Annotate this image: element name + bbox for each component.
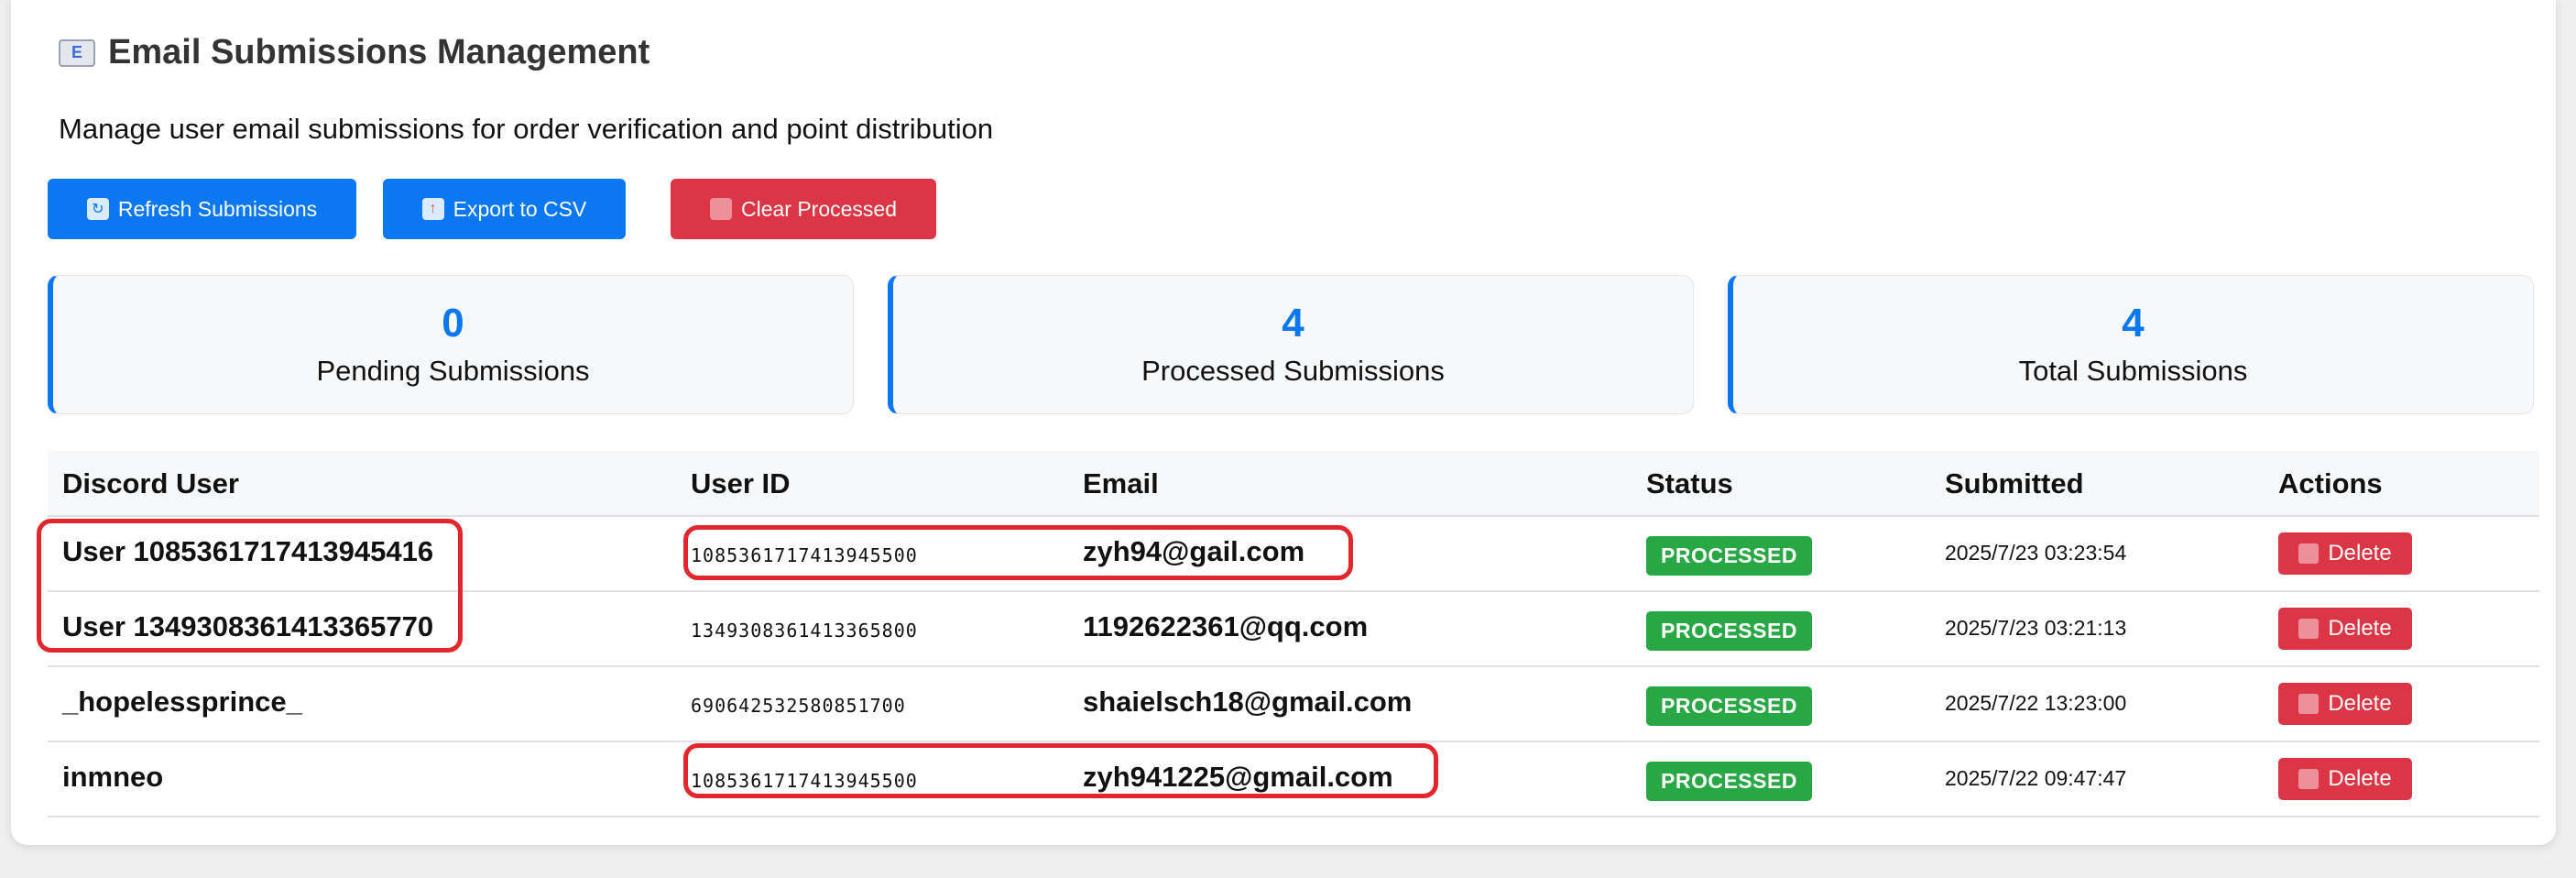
delete-button[interactable]: Delete bbox=[2278, 608, 2412, 650]
highlight-box-row4-id-email bbox=[683, 743, 1438, 798]
status-badge: PROCESSED bbox=[1646, 536, 1812, 576]
header-user-id: User ID bbox=[691, 467, 791, 499]
header-status: Status bbox=[1646, 467, 1733, 499]
table-header: Discord User User ID Email Status Submit… bbox=[48, 451, 2539, 517]
user-id: 1349308361413365800 bbox=[691, 620, 918, 642]
delete-button[interactable]: Delete bbox=[2278, 532, 2412, 575]
clear-processed-button[interactable]: Clear Processed bbox=[671, 179, 936, 239]
page-title-text: Email Submissions Management bbox=[108, 33, 650, 71]
highlight-box-row1-id-email bbox=[683, 525, 1353, 580]
clear-processed-label: Clear Processed bbox=[740, 196, 898, 221]
export-csv-button[interactable]: ↑ Export to CSV bbox=[383, 179, 626, 239]
delete-button[interactable]: Delete bbox=[2278, 758, 2412, 800]
delete-label: Delete bbox=[2328, 541, 2392, 565]
envelope-icon: E bbox=[59, 38, 95, 67]
submitted-time: 2025/7/22 09:47:47 bbox=[1945, 766, 2127, 790]
status-badge: PROCESSED bbox=[1646, 686, 1812, 726]
delete-label: Delete bbox=[2328, 691, 2392, 716]
email: shaielsch18@gmail.com bbox=[1083, 686, 1413, 718]
header-actions: Actions bbox=[2278, 467, 2383, 499]
header-submitted: Submitted bbox=[1945, 467, 2084, 499]
status-badge: PROCESSED bbox=[1646, 611, 1812, 651]
delete-label: Delete bbox=[2328, 766, 2392, 791]
delete-label: Delete bbox=[2328, 616, 2392, 641]
table-row: _hopelessprince_ 690642532580851700 shai… bbox=[48, 667, 2539, 742]
refresh-icon: ↻ bbox=[86, 198, 109, 220]
submitted-time: 2025/7/23 03:21:13 bbox=[1945, 616, 2127, 640]
outbox-tray-icon: ↑ bbox=[421, 198, 444, 220]
email: 1192622361@qq.com bbox=[1083, 610, 1369, 642]
export-csv-label: Export to CSV bbox=[453, 196, 587, 221]
pending-count: 0 bbox=[442, 301, 464, 346]
trash-icon bbox=[2298, 694, 2319, 714]
highlight-box-users bbox=[37, 519, 463, 653]
header-email: Email bbox=[1083, 467, 1159, 499]
total-label: Total Submissions bbox=[2018, 355, 2248, 387]
refresh-submissions-label: Refresh Submissions bbox=[117, 196, 318, 221]
delete-button[interactable]: Delete bbox=[2278, 683, 2412, 725]
trash-icon bbox=[2298, 769, 2319, 789]
trash-icon bbox=[2298, 543, 2319, 564]
stat-card-total: 4 Total Submissions bbox=[1728, 275, 2534, 414]
page-title: E Email Submissions Management bbox=[59, 33, 649, 72]
header-discord-user: Discord User bbox=[62, 467, 239, 499]
submitted-time: 2025/7/22 13:23:00 bbox=[1945, 691, 2127, 715]
discord-user: _hopelessprince_ bbox=[62, 686, 302, 718]
trash-icon bbox=[2298, 619, 2319, 639]
page-subtitle: Manage user email submissions for order … bbox=[59, 113, 994, 145]
discord-user: inmneo bbox=[62, 761, 164, 793]
stat-card-processed: 4 Processed Submissions bbox=[888, 275, 1694, 414]
trash-icon bbox=[709, 198, 732, 220]
submitted-time: 2025/7/23 03:23:54 bbox=[1945, 541, 2127, 565]
total-count: 4 bbox=[2122, 301, 2145, 346]
refresh-submissions-button[interactable]: ↻ Refresh Submissions bbox=[48, 179, 356, 239]
processed-label: Processed Submissions bbox=[1141, 355, 1445, 387]
user-id: 690642532580851700 bbox=[691, 695, 906, 717]
processed-count: 4 bbox=[1282, 301, 1304, 346]
pending-label: Pending Submissions bbox=[316, 355, 590, 387]
status-badge: PROCESSED bbox=[1646, 762, 1812, 801]
stat-card-pending: 0 Pending Submissions bbox=[48, 275, 854, 414]
